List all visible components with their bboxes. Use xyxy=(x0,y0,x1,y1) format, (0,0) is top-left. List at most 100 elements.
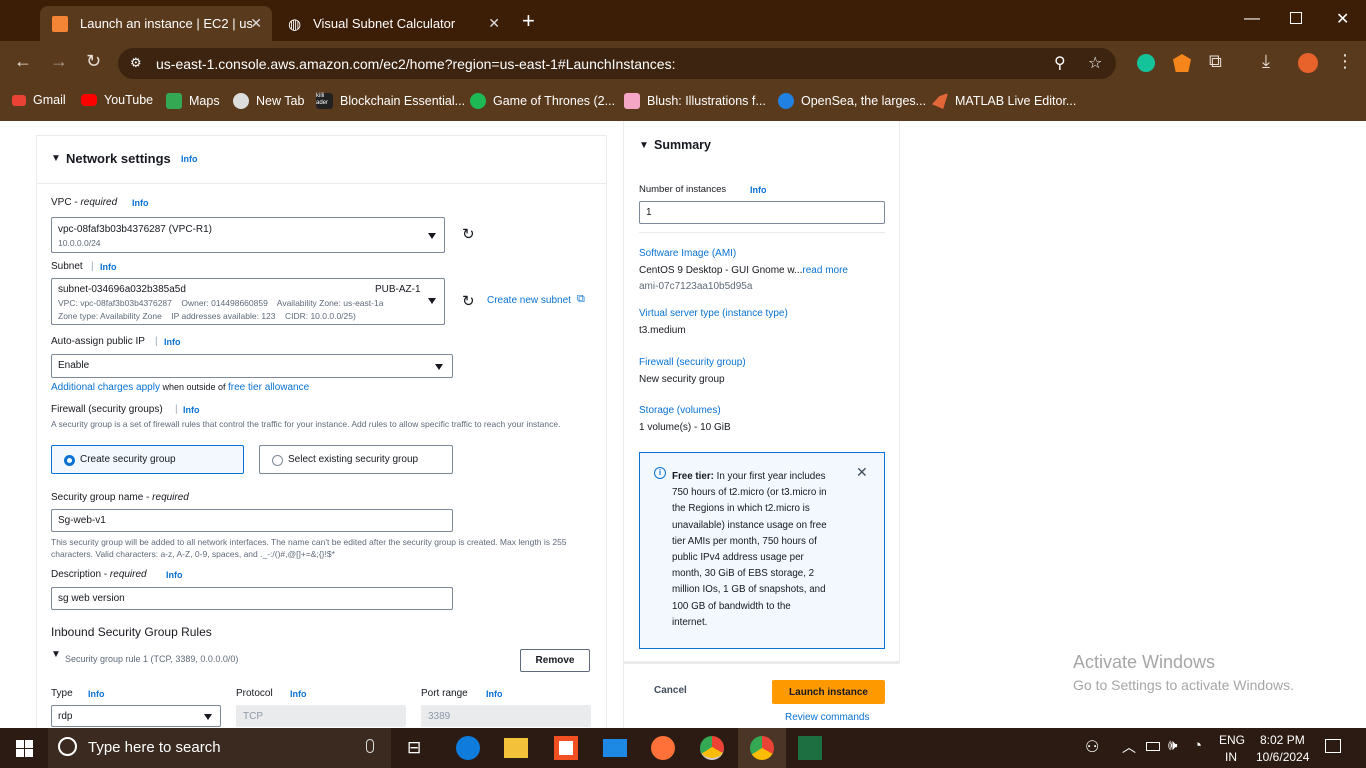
new-tab-icon[interactable]: + xyxy=(522,8,535,34)
zoom-icon[interactable]: ⚲ xyxy=(1054,53,1066,73)
instance-type-value: t3.medium xyxy=(639,325,686,336)
bookmark-blockchain[interactable]: killi ader Blockchain Essential... xyxy=(316,93,465,109)
microphone-icon[interactable] xyxy=(366,739,374,753)
file-explorer-icon[interactable] xyxy=(504,738,528,758)
tab-title: Launch an instance | EC2 | us-ea xyxy=(80,16,252,31)
forward-icon[interactable]: → xyxy=(50,51,68,72)
bookmark-star-icon[interactable]: ☆ xyxy=(1088,53,1102,73)
summary-divider xyxy=(623,662,900,664)
refresh-icon[interactable]: ↻ xyxy=(462,292,475,310)
instance-type-link[interactable]: Virtual server type (instance type) xyxy=(639,308,788,319)
remove-button[interactable]: Remove xyxy=(520,649,590,672)
close-tab-icon[interactable]: ✕ xyxy=(488,15,500,32)
ami-link[interactable]: Software Image (AMI) xyxy=(639,248,736,259)
people-icon[interactable]: ⚇ xyxy=(1085,737,1099,757)
close-window-icon[interactable]: ✕ xyxy=(1336,9,1349,29)
address-bar[interactable]: ⚙ us-east-1.console.aws.amazon.com/ec2/h… xyxy=(118,48,1116,79)
info-link[interactable]: Info xyxy=(132,198,149,208)
language-code[interactable]: ENG xyxy=(1219,733,1245,747)
windows-taskbar: Type here to search ⊟ ⚇ ︿ 🕪 ◔ ENG IN 8:0… xyxy=(0,728,1366,768)
bookmark-gmail[interactable]: Gmail xyxy=(12,93,66,107)
show-hidden-icon[interactable]: ︿ xyxy=(1122,737,1136,757)
bookmark-youtube[interactable]: YouTube xyxy=(81,93,153,107)
wifi-icon[interactable]: ◔ xyxy=(1193,737,1202,754)
launch-instance-button[interactable]: Launch instance xyxy=(772,680,885,704)
excel-icon[interactable] xyxy=(798,736,822,760)
task-view-icon[interactable]: ⊟ xyxy=(407,738,421,758)
bookmark-matlab[interactable]: MATLAB Live Editor... xyxy=(932,93,1076,109)
tab-subnet-calculator[interactable]: ◍ Visual Subnet Calculator ✕ xyxy=(276,6,510,41)
info-link[interactable]: Info xyxy=(750,185,767,195)
vpc-cidr: 10.0.0.0/24 xyxy=(58,238,101,248)
info-link[interactable]: Info xyxy=(164,337,181,347)
restore-icon[interactable] xyxy=(1290,12,1302,24)
close-icon[interactable]: ✕ xyxy=(856,464,868,481)
auto-ip-select[interactable]: Enable xyxy=(51,354,453,378)
extensions-icon[interactable]: ⧉ xyxy=(1209,51,1222,72)
port-range-label: Port range xyxy=(421,688,468,699)
type-select[interactable]: rdp xyxy=(51,705,221,727)
taskbar-search[interactable]: Type here to search xyxy=(48,728,391,768)
bookmark-opensea[interactable]: OpenSea, the larges... xyxy=(778,93,926,109)
chrome-active-icon[interactable] xyxy=(750,736,774,760)
firewall-link[interactable]: Firewall (security group) xyxy=(639,357,746,368)
blush-icon xyxy=(624,93,640,109)
notification-icon[interactable] xyxy=(1325,739,1341,753)
info-link[interactable]: Info xyxy=(88,689,105,699)
edge-icon[interactable] xyxy=(456,736,480,760)
info-link[interactable]: Info xyxy=(166,570,183,580)
firefox-icon[interactable] xyxy=(651,736,675,760)
clock-time[interactable]: 8:02 PM xyxy=(1260,733,1305,747)
activate-windows-title: Activate Windows xyxy=(1073,652,1216,672)
search-placeholder: Type here to search xyxy=(88,739,221,756)
collapse-caret-icon[interactable]: ▼ xyxy=(51,649,61,660)
instances-input[interactable]: 1 xyxy=(639,201,885,224)
bookmark-blush[interactable]: Blush: Illustrations f... xyxy=(624,93,766,109)
search-icon xyxy=(58,737,77,756)
site-info-icon[interactable]: ⚙ xyxy=(130,55,142,71)
bookmark-new-tab[interactable]: New Tab xyxy=(233,93,304,109)
reload-icon[interactable]: ↻ xyxy=(86,51,101,72)
download-icon[interactable]: ⤓ xyxy=(1262,51,1270,72)
back-icon[interactable]: ← xyxy=(14,51,32,72)
type-value: rdp xyxy=(58,711,73,722)
charges-link[interactable]: Additional charges apply xyxy=(51,382,160,393)
bookmark-maps[interactable]: Maps xyxy=(166,93,220,109)
vpc-select[interactable]: vpc-08faf3b03b4376287 (VPC-R1) 10.0.0.0/… xyxy=(51,217,445,253)
collapse-caret-icon[interactable]: ▼ xyxy=(51,153,61,164)
volume-icon[interactable]: 🕪 xyxy=(1168,737,1177,754)
close-tab-icon[interactable]: ✕ xyxy=(250,15,262,32)
refresh-icon[interactable]: ↻ xyxy=(462,225,475,243)
subnet-select[interactable]: subnet-034696a032b385a5d PUB-AZ-1 VPC: v… xyxy=(51,278,445,325)
select-existing-sg-radio[interactable]: Select existing security group xyxy=(259,445,453,474)
info-link[interactable]: Info xyxy=(183,405,200,415)
info-link[interactable]: Info xyxy=(486,689,503,699)
region-code[interactable]: IN xyxy=(1225,750,1237,764)
free-tier-link[interactable]: free tier allowance xyxy=(228,382,309,393)
label-separator: | xyxy=(155,336,158,347)
sg-name-input[interactable]: Sg-web-v1 xyxy=(51,509,453,532)
read-more-link[interactable]: read more xyxy=(802,265,848,276)
info-link[interactable]: Info xyxy=(100,262,117,272)
grammarly-icon[interactable] xyxy=(1137,54,1155,72)
create-sg-radio[interactable]: Create security group xyxy=(51,445,244,474)
collapse-caret-icon[interactable]: ▼ xyxy=(639,140,649,151)
minimize-icon[interactable]: — xyxy=(1244,10,1260,28)
cancel-button[interactable]: Cancel xyxy=(654,685,687,696)
clock-date[interactable]: 10/6/2024 xyxy=(1256,750,1309,764)
info-link[interactable]: Info xyxy=(290,689,307,699)
menu-icon[interactable]: ⋮ xyxy=(1336,51,1354,72)
store-icon[interactable] xyxy=(554,736,578,760)
tab-ec2-launch[interactable]: Launch an instance | EC2 | us-ea ✕ xyxy=(40,6,272,41)
battery-icon[interactable] xyxy=(1146,742,1160,751)
description-input[interactable]: sg web version xyxy=(51,587,453,610)
chrome-icon[interactable] xyxy=(700,736,724,760)
info-link[interactable]: Info xyxy=(181,154,198,164)
mail-icon[interactable] xyxy=(603,739,627,757)
windows-start-icon[interactable] xyxy=(16,740,33,757)
review-commands-link[interactable]: Review commands xyxy=(785,712,869,723)
create-subnet-link[interactable]: Create new subnet xyxy=(487,295,571,306)
profile-avatar[interactable] xyxy=(1298,53,1318,73)
storage-link[interactable]: Storage (volumes) xyxy=(639,405,721,416)
bookmark-got[interactable]: Game of Thrones (2... xyxy=(470,93,615,109)
